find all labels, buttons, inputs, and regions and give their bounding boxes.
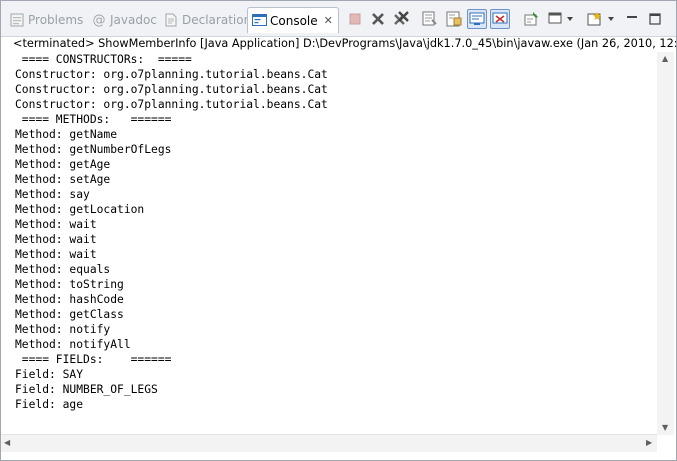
show-console-on-output-icon[interactable] <box>490 9 510 29</box>
vertical-scrollbar[interactable]: ▲ ▼ <box>657 52 674 435</box>
remove-all-launches-icon[interactable] <box>392 10 410 28</box>
maximize-icon[interactable] <box>646 10 664 28</box>
console-line: Constructor: org.o7planning.tutorial.bea… <box>15 83 328 96</box>
console-line: ==== METHODs: ====== <box>15 113 172 126</box>
console-output[interactable]: ==== CONSTRUCTORs: ===== Constructor: org… <box>15 52 655 434</box>
tab-label: Problems <box>28 13 84 27</box>
launch-status-line: <terminated> ShowMemberInfo [Java Applic… <box>13 37 677 50</box>
minimize-icon[interactable] <box>623 10 641 28</box>
view-tab-bar: Problems @ Javadoc Declaration Console ✕ <box>1 1 676 37</box>
scroll-left-icon[interactable]: ◀ <box>4 438 10 447</box>
console-line: Constructor: org.o7planning.tutorial.bea… <box>15 68 328 81</box>
problems-icon <box>9 12 25 28</box>
tab-label: Javadoc <box>110 13 157 27</box>
pin-console-icon[interactable] <box>523 10 541 28</box>
console-line: Method: notify <box>15 323 111 336</box>
tab-console[interactable]: Console ✕ <box>247 7 339 33</box>
console-line: Method: getNumberOfLegs <box>15 143 172 156</box>
scroll-up-icon[interactable]: ▲ <box>662 54 668 63</box>
scroll-right-icon[interactable]: ▶ <box>646 438 652 447</box>
tab-declaration[interactable]: Declaration <box>163 10 251 30</box>
scroll-down-icon[interactable]: ▼ <box>662 423 668 432</box>
console-icon <box>251 13 267 29</box>
console-line: Method: getAge <box>15 158 111 171</box>
console-line: Method: getLocation <box>15 203 145 216</box>
console-line: Field: SAY <box>15 368 84 381</box>
chevron-down-icon[interactable] <box>602 10 620 28</box>
tab-problems[interactable]: Problems <box>9 10 83 30</box>
console-line: Method: wait <box>15 218 97 231</box>
console-line: Field: age <box>15 398 84 411</box>
console-view: Problems @ Javadoc Declaration Console ✕ <box>0 0 677 461</box>
javadoc-icon: @ <box>92 12 106 28</box>
console-line: Method: hashCode <box>15 293 124 306</box>
remove-launch-icon[interactable] <box>369 10 387 28</box>
console-line: Method: getName <box>15 128 118 141</box>
console-line: Method: notifyAll <box>15 338 131 351</box>
console-line: Method: getClass <box>15 308 124 321</box>
horizontal-scrollbar[interactable]: ◀ ▶ <box>1 434 657 452</box>
clear-console-icon[interactable] <box>421 10 439 28</box>
console-line: Method: wait <box>15 233 97 246</box>
console-line: Method: say <box>15 188 90 201</box>
declaration-icon <box>163 12 179 28</box>
console-line: ==== CONSTRUCTORs: ===== <box>15 53 192 66</box>
console-line: ==== FIELDs: ====== <box>15 353 172 366</box>
console-line: Method: wait <box>15 248 97 261</box>
console-line: Method: toString <box>15 278 124 291</box>
close-icon[interactable]: ✕ <box>324 14 333 27</box>
terminate-icon[interactable] <box>346 10 364 28</box>
console-line: Method: equals <box>15 263 111 276</box>
console-line: Constructor: org.o7planning.tutorial.bea… <box>15 98 328 111</box>
console-line: Field: NUMBER_OF_LEGS <box>15 383 158 396</box>
tab-javadoc[interactable]: @ Javadoc <box>91 10 157 30</box>
word-wrap-icon[interactable] <box>467 9 487 29</box>
scroll-lock-icon[interactable] <box>445 10 463 28</box>
tab-label: Console <box>270 13 318 28</box>
tab-label: Declaration <box>182 13 252 27</box>
chevron-down-icon[interactable] <box>561 10 579 28</box>
console-line: Method: setAge <box>15 173 111 186</box>
